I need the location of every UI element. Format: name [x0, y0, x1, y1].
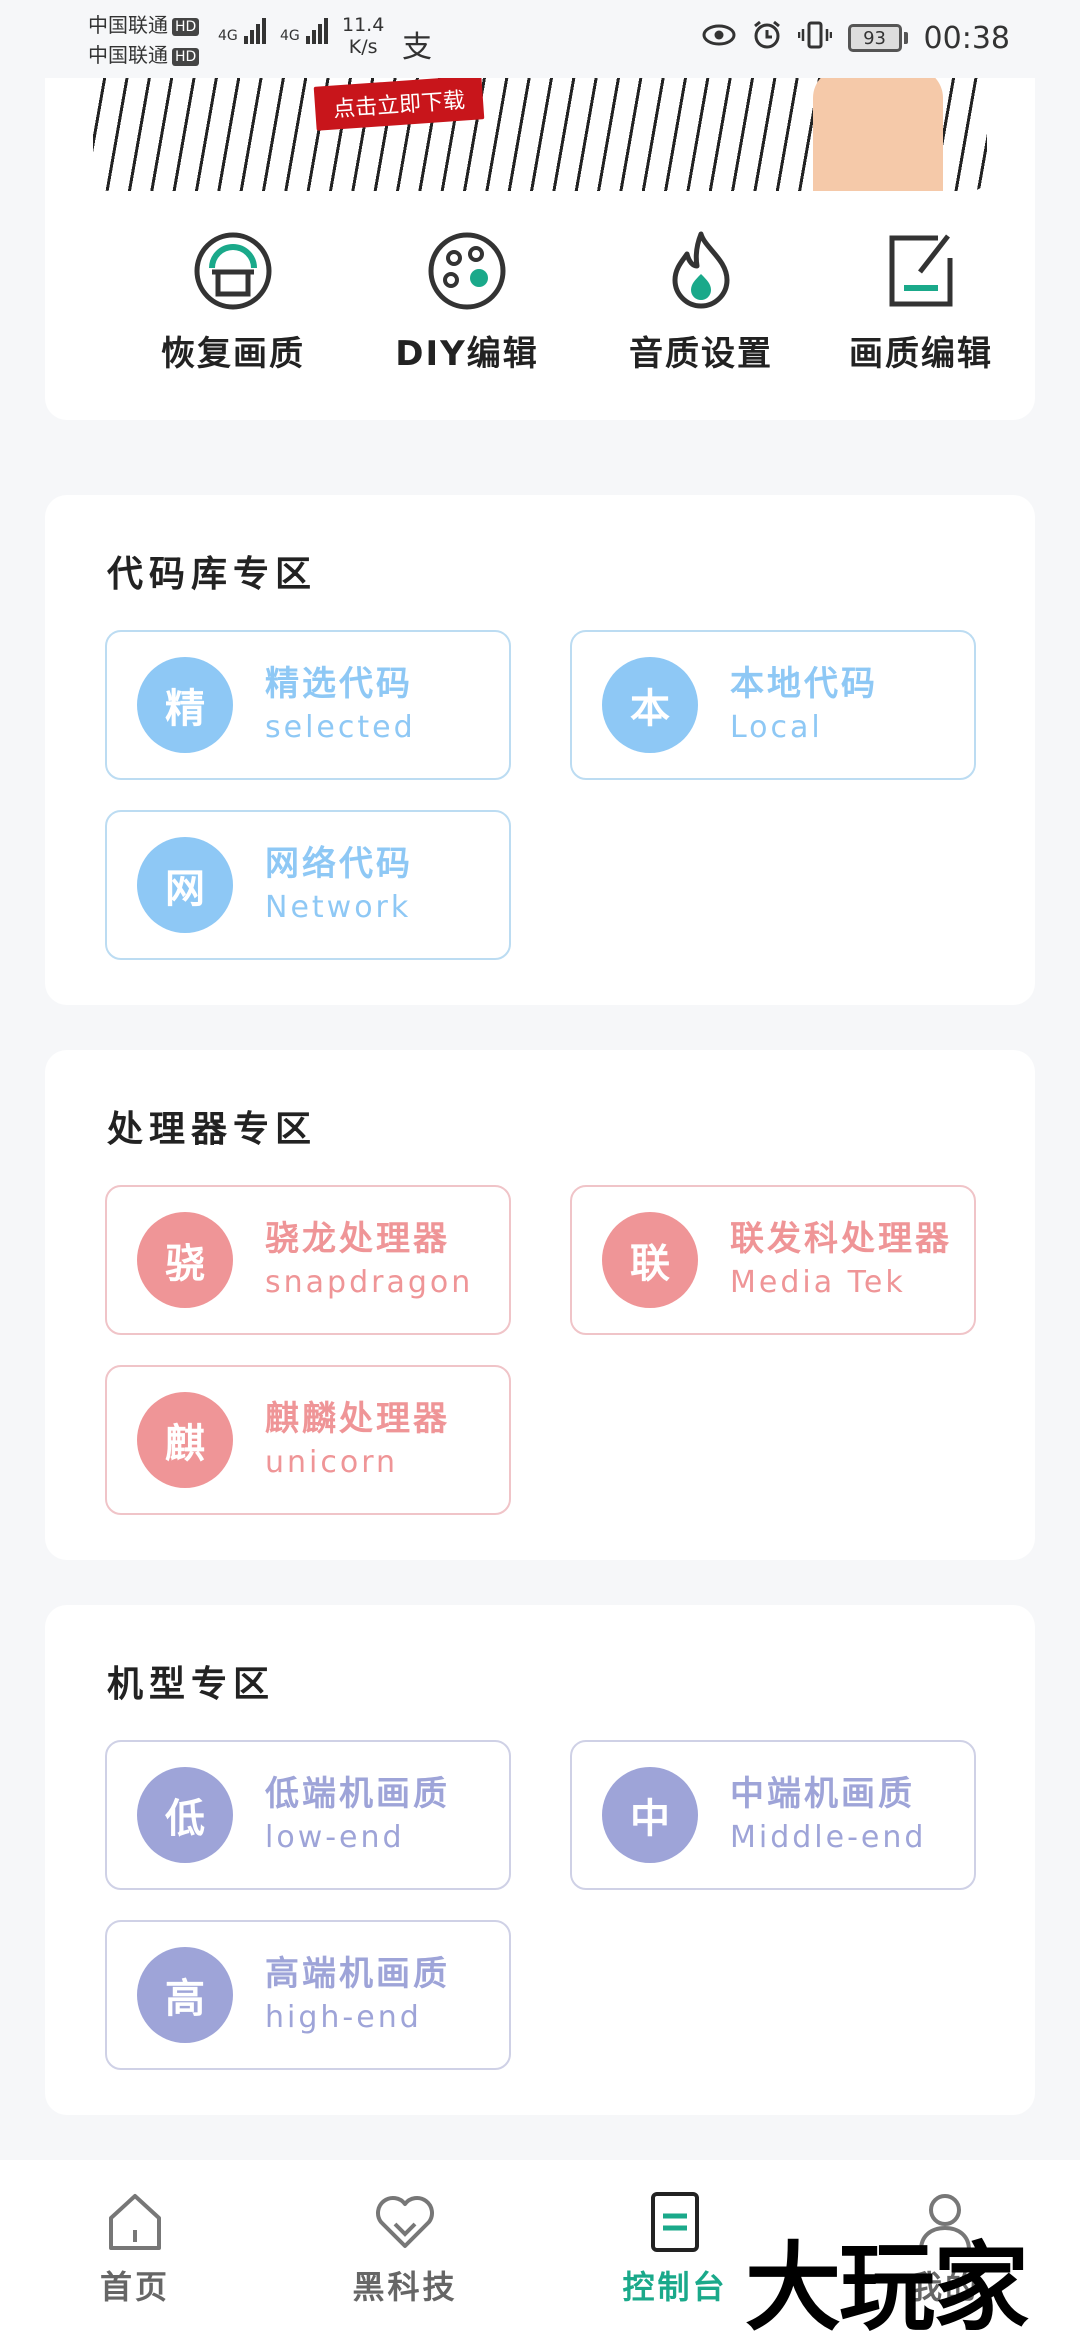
tile-subtitle: Network	[265, 890, 412, 925]
console-icon	[651, 2192, 699, 2252]
mediatek-tile[interactable]: 联 联发科处理器 Media Tek	[570, 1185, 976, 1335]
tile-subtitle: low-end	[265, 1820, 405, 1855]
low-end-tile[interactable]: 低 低端机画质 low-end	[105, 1740, 511, 1890]
tile-avatar: 骁	[137, 1212, 233, 1308]
system-icons: 93 00:38	[702, 20, 1010, 56]
carrier-1: 中国联通	[88, 13, 168, 37]
tile-avatar: 网	[137, 837, 233, 933]
ad-banner[interactable]: 点击立即下载	[93, 78, 987, 191]
signal-icon-1: 4G	[218, 18, 267, 44]
network-code-tile[interactable]: 网 网络代码 Network	[105, 810, 511, 960]
tile-title: 中端机画质	[730, 1774, 915, 1814]
local-code-tile[interactable]: 本 本地代码 Local	[570, 630, 976, 780]
hd-badge-2: HD	[172, 47, 200, 66]
nav-home-label: 首页	[99, 2268, 170, 2306]
sound-settings-button[interactable]: 音质设置	[601, 228, 801, 378]
tile-subtitle: Media Tek	[730, 1265, 906, 1300]
signal-icon-2: 4G	[280, 18, 329, 44]
carrier-info: 中国联通 HD 中国联通 HD	[88, 10, 200, 70]
processor-section: 处理器专区 骁 骁龙处理器 snapdragon 联 联发科处理器 Media …	[45, 1050, 1035, 1560]
palette-icon	[428, 232, 506, 310]
selected-code-tile[interactable]: 精 精选代码 selected	[105, 630, 511, 780]
tile-title: 精选代码	[265, 664, 413, 704]
nav-black-tech[interactable]: 黑科技	[315, 2190, 495, 2308]
quality-edit-label: 画质编辑	[849, 334, 993, 374]
tile-avatar: 精	[137, 657, 233, 753]
nav-home[interactable]: 首页	[45, 2190, 225, 2308]
edit-icon	[889, 234, 953, 307]
alarm-icon	[752, 20, 782, 56]
high-end-tile[interactable]: 高 高端机画质 high-end	[105, 1920, 511, 2070]
tile-avatar: 中	[602, 1767, 698, 1863]
restore-quality-button[interactable]: 恢复画质	[133, 228, 333, 378]
network-type-2: 4G	[280, 28, 300, 44]
tile-title: 本地代码	[730, 664, 878, 704]
restore-quality-label: 恢复画质	[161, 334, 305, 374]
quality-edit-button[interactable]: 画质编辑	[821, 228, 1021, 378]
section-title: 处理器专区	[107, 1109, 318, 1150]
diy-edit-label: DIY编辑	[395, 334, 539, 374]
tile-subtitle: Middle-end	[730, 1820, 927, 1855]
section-title: 机型专区	[107, 1664, 276, 1705]
device-model-section: 机型专区 低 低端机画质 low-end 中 中端机画质 Middle-end …	[45, 1605, 1035, 2115]
net-speed: 11.4 K/s	[342, 14, 384, 58]
home-icon	[109, 2194, 161, 2250]
tile-avatar: 高	[137, 1947, 233, 2043]
snapdragon-tile[interactable]: 骁 骁龙处理器 snapdragon	[105, 1185, 511, 1335]
nav-black-tech-label: 黑科技	[352, 2268, 458, 2306]
banner-illustration	[813, 78, 943, 191]
tile-avatar: 联	[602, 1212, 698, 1308]
tile-title: 麒麟处理器	[265, 1399, 450, 1439]
tile-title: 低端机画质	[265, 1774, 450, 1814]
middle-end-tile[interactable]: 中 中端机画质 Middle-end	[570, 1740, 976, 1890]
battery-icon: 93	[847, 24, 908, 52]
nav-console[interactable]: 控制台	[585, 2190, 765, 2308]
battery-level: 93	[847, 24, 902, 52]
eye-icon	[702, 23, 736, 53]
tile-avatar: 麒	[137, 1392, 233, 1488]
hd-badge-1: HD	[172, 17, 200, 36]
watermark-text: 大玩家	[745, 2232, 1029, 2340]
carrier-2: 中国联通	[88, 43, 168, 67]
tile-avatar: 低	[137, 1767, 233, 1863]
tile-subtitle: high-end	[265, 2000, 422, 2035]
sound-settings-label: 音质设置	[629, 334, 773, 374]
vibrate-icon	[797, 20, 832, 56]
tile-subtitle: selected	[265, 710, 416, 745]
flame-icon	[672, 231, 730, 309]
quick-actions-row: 恢复画质 DIY编辑 音质设置 画质编辑	[45, 228, 1035, 378]
clock: 00:38	[923, 20, 1010, 56]
tile-title: 网络代码	[265, 844, 413, 884]
tile-subtitle: unicorn	[265, 1445, 399, 1480]
net-speed-unit: K/s	[348, 36, 378, 58]
tile-avatar: 本	[602, 657, 698, 753]
tile-subtitle: Local	[730, 710, 823, 745]
heart-icon	[376, 2196, 434, 2248]
nav-console-label: 控制台	[622, 2268, 728, 2306]
banner-download-button[interactable]: 点击立即下载	[313, 78, 485, 131]
tile-title: 高端机画质	[265, 1954, 450, 1994]
status-bar: 中国联通 HD 中国联通 HD 4G 4G 11.4 K/s 支 93 00:38	[0, 0, 1080, 78]
network-type-1: 4G	[218, 28, 238, 44]
tile-title: 联发科处理器	[730, 1219, 952, 1259]
code-library-section: 代码库专区 精 精选代码 selected 本 本地代码 Local 网 网络代…	[45, 495, 1035, 1005]
section-title: 代码库专区	[107, 554, 318, 595]
net-speed-value: 11.4	[342, 14, 385, 36]
alipay-icon: 支	[402, 30, 432, 65]
diy-edit-button[interactable]: DIY编辑	[367, 228, 567, 378]
kirin-tile[interactable]: 麒 麒麟处理器 unicorn	[105, 1365, 511, 1515]
quick-actions-card: 点击立即下载 恢复画质 DIY编辑 音质设置 画质编辑	[45, 78, 1035, 420]
tile-subtitle: snapdragon	[265, 1265, 474, 1300]
tile-title: 骁龙处理器	[265, 1219, 450, 1259]
restore-quality-icon	[194, 232, 272, 310]
